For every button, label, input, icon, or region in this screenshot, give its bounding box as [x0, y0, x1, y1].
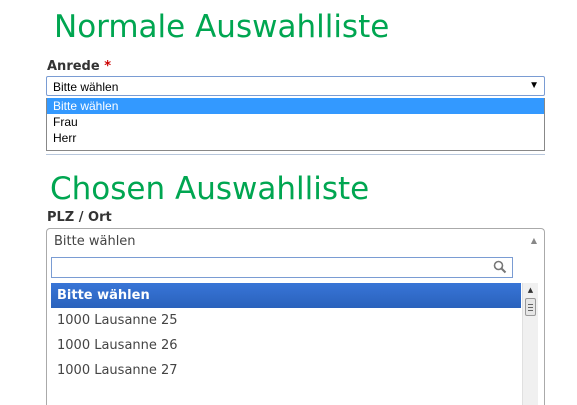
anrede-option[interactable]: Herr: [47, 130, 544, 146]
chosen-dropdown: Bitte wählen 1000 Lausanne 25 1000 Lausa…: [46, 252, 545, 405]
chosen-search-input[interactable]: [51, 257, 513, 278]
anrede-select[interactable]: Bitte wählen ▼: [46, 76, 545, 96]
dropdown-arrow-icon: ▼: [529, 80, 539, 91]
anrede-option[interactable]: Bitte wählen: [47, 98, 544, 114]
anrede-label: Anrede *: [47, 59, 111, 74]
native-select-underlay: [46, 151, 545, 155]
anrede-option[interactable]: Frau: [47, 114, 544, 130]
plz-ort-select-value: Bitte wählen: [54, 234, 136, 249]
scroll-grip-line: [528, 307, 533, 308]
scroll-thumb[interactable]: [525, 298, 536, 316]
scroll-grip-line: [528, 304, 533, 305]
scroll-grip-line: [528, 310, 533, 311]
normal-select-heading: Normale Auswahlliste: [54, 9, 390, 45]
results-scrollbar[interactable]: ▲: [522, 283, 538, 405]
anrede-select-value: Bitte wählen: [53, 80, 119, 94]
chosen-results-list: Bitte wählen 1000 Lausanne 25 1000 Lausa…: [51, 283, 521, 405]
chosen-result-option[interactable]: 1000 Lausanne 25: [51, 308, 521, 333]
scroll-up-icon[interactable]: ▲: [523, 283, 538, 298]
search-icon: [493, 260, 507, 274]
chosen-select-heading: Chosen Auswahlliste: [50, 171, 370, 207]
plz-ort-chosen-select[interactable]: Bitte wählen ▲: [46, 228, 545, 252]
anrede-options-list: Bitte wählen Frau Herr: [46, 98, 545, 151]
chosen-result-option[interactable]: Bitte wählen: [51, 283, 521, 308]
chosen-result-option[interactable]: 1000 Lausanne 26: [51, 333, 521, 358]
anrede-label-text: Anrede: [47, 59, 100, 74]
required-marker: *: [104, 59, 112, 74]
chevron-up-icon: ▲: [530, 236, 537, 245]
plz-ort-label: PLZ / Ort: [47, 210, 112, 225]
chosen-result-option[interactable]: 1000 Lausanne 27: [51, 358, 521, 383]
